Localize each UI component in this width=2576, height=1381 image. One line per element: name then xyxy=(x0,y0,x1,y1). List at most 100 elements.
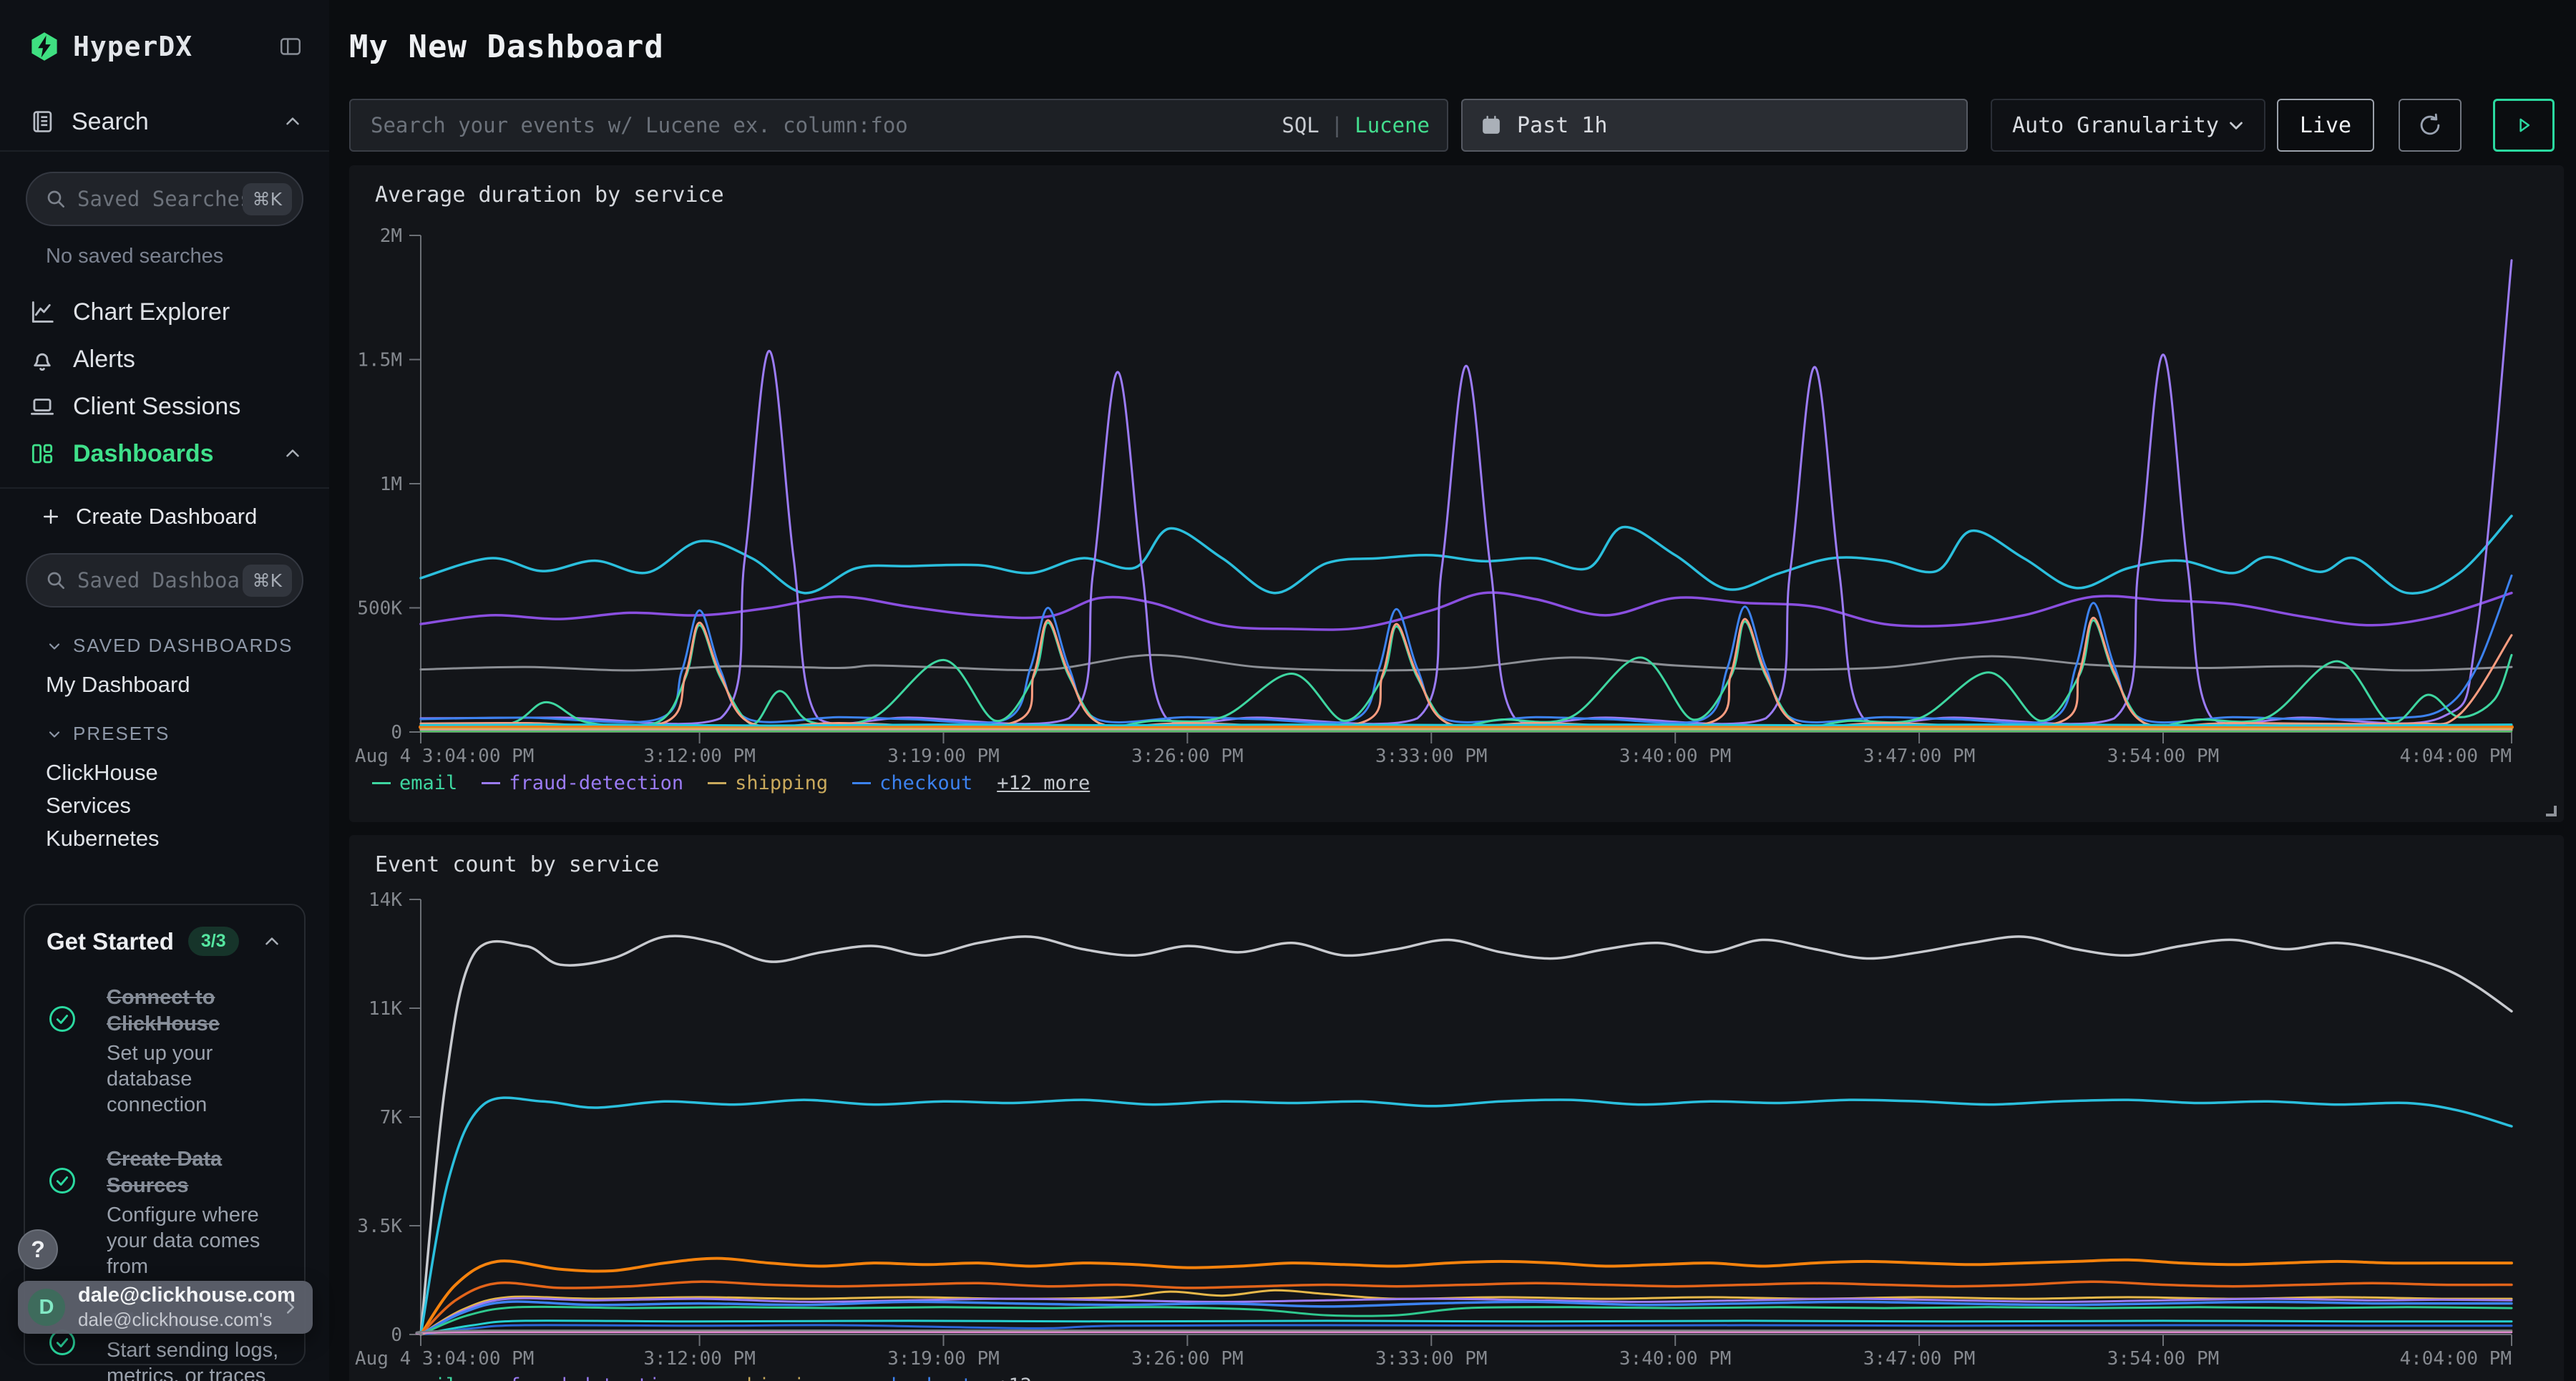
toggle-divider: | xyxy=(1331,113,1343,137)
saved-searches-input[interactable] xyxy=(77,187,243,211)
chevron-up-icon[interactable] xyxy=(261,931,283,952)
svg-text:0: 0 xyxy=(391,1324,402,1346)
sidebar: HyperDX Search ⌘K No saved searches xyxy=(0,0,329,1381)
legend-item-fraud-detection[interactable]: fraud-detection xyxy=(482,772,683,794)
sidebar-item-search[interactable]: Search xyxy=(0,93,329,150)
brand-name: HyperDX xyxy=(73,31,192,62)
check-circle-icon xyxy=(47,985,107,1118)
sql-toggle[interactable]: SQL xyxy=(1282,113,1319,137)
chart-title: Event count by service xyxy=(375,852,659,877)
saved-dashboards-group-header[interactable]: SAVED DASHBOARDS xyxy=(46,635,329,657)
legend-item-fraud-detection[interactable]: fraud-detection xyxy=(482,1375,683,1381)
refresh-button[interactable] xyxy=(2399,99,2462,152)
presets-group-header[interactable]: PRESETS xyxy=(46,723,329,745)
chevron-up-icon xyxy=(282,443,303,464)
chevron-down-icon xyxy=(46,726,63,743)
svg-text:3:54:00 PM: 3:54:00 PM xyxy=(2107,1348,2220,1370)
legend-item-checkout[interactable]: checkout xyxy=(852,772,972,794)
sidebar-item-label: Chart Explorer xyxy=(73,298,230,326)
legend-item-checkout[interactable]: checkout xyxy=(852,1375,972,1381)
svg-text:Aug 4 3:04:00 PM: Aug 4 3:04:00 PM xyxy=(355,1348,534,1370)
legend-item-email[interactable]: email xyxy=(372,1375,457,1381)
sidebar-item-client-sessions[interactable]: Client Sessions xyxy=(0,383,329,430)
svg-text:4:04:00 PM: 4:04:00 PM xyxy=(2399,1348,2512,1370)
legend-swatch xyxy=(482,782,500,784)
user-menu[interactable]: D dale@clickhouse.com dale@clickhouse.co… xyxy=(18,1281,313,1334)
svg-text:3.5K: 3.5K xyxy=(357,1216,402,1237)
svg-text:1M: 1M xyxy=(380,474,402,495)
sidebar-item-my-dashboard[interactable]: My Dashboard xyxy=(0,668,329,701)
svg-text:4:04:00 PM: 4:04:00 PM xyxy=(2399,746,2512,767)
laptop-icon xyxy=(29,393,56,420)
step-desc: Set up your database connection xyxy=(107,1040,283,1118)
divider xyxy=(0,150,329,152)
dashboard-controls: SQL | Lucene Past 1h Auto Granularity Li… xyxy=(349,99,2557,152)
time-range-picker[interactable]: Past 1h xyxy=(1461,99,1968,152)
no-saved-searches-text: No saved searches xyxy=(46,245,329,268)
sidebar-item-label: Alerts xyxy=(73,346,135,374)
avatar: D xyxy=(28,1289,65,1326)
sidebar-item-clickhouse[interactable]: ClickHouse xyxy=(0,756,329,789)
shortcut-badge: ⌘K xyxy=(243,183,292,215)
svg-text:2M: 2M xyxy=(380,225,402,247)
search-icon xyxy=(44,569,67,592)
get-started-step-connect[interactable]: Connect to ClickHouse Set up your databa… xyxy=(47,985,283,1118)
divider xyxy=(0,487,329,489)
svg-text:3:54:00 PM: 3:54:00 PM xyxy=(2107,746,2220,767)
search-journal-icon xyxy=(29,108,56,135)
chevron-down-icon xyxy=(46,638,63,655)
sidebar-collapse-icon[interactable] xyxy=(278,34,303,59)
legend-swatch xyxy=(852,782,871,784)
legend-item-shipping[interactable]: shipping xyxy=(708,772,828,794)
svg-text:3:26:00 PM: 3:26:00 PM xyxy=(1131,1348,1244,1370)
live-button[interactable]: Live xyxy=(2277,99,2374,152)
panel-resize-handle[interactable] xyxy=(2546,806,2557,816)
legend-item-email[interactable]: email xyxy=(372,772,457,794)
chart-legend: email fraud-detection shipping checkout … xyxy=(372,1375,1090,1381)
legend-more-link[interactable]: +12 more xyxy=(997,772,1090,794)
chart-legend: email fraud-detection shipping checkout … xyxy=(372,772,1090,794)
avg-duration-chart[interactable]: 0500K1M1.5M2MAug 4 3:04:00 PM3:12:00 PM3… xyxy=(349,165,2564,822)
page-title: My New Dashboard xyxy=(349,29,2576,69)
svg-text:3:33:00 PM: 3:33:00 PM xyxy=(1375,1348,1488,1370)
sidebar-item-kubernetes[interactable]: Kubernetes xyxy=(0,822,329,855)
svg-text:3:47:00 PM: 3:47:00 PM xyxy=(1863,746,1976,767)
lucene-toggle[interactable]: Lucene xyxy=(1355,113,1430,137)
legend-swatch xyxy=(372,782,391,784)
legend-more-link[interactable]: +12 more xyxy=(997,1375,1090,1381)
legend-swatch xyxy=(708,782,726,784)
create-dashboard-button[interactable]: Create Dashboard xyxy=(0,490,329,543)
time-range-value: Past 1h xyxy=(1517,113,1607,138)
sidebar-item-dashboards[interactable]: Dashboards xyxy=(0,430,329,477)
event-count-chart[interactable]: 03.5K7K11K14KAug 4 3:04:00 PM3:12:00 PM3… xyxy=(349,835,2564,1381)
legend-item-shipping[interactable]: shipping xyxy=(708,1375,828,1381)
query-language-toggle: SQL | Lucene xyxy=(1282,100,1430,150)
svg-text:Aug 4 3:04:00 PM: Aug 4 3:04:00 PM xyxy=(355,746,534,767)
event-search: SQL | Lucene xyxy=(349,99,1448,152)
run-query-button[interactable] xyxy=(2493,99,2555,152)
plus-icon xyxy=(40,506,62,527)
sidebar-item-chart-explorer[interactable]: Chart Explorer xyxy=(0,288,329,336)
saved-searches-search[interactable]: ⌘K xyxy=(26,172,303,226)
svg-text:3:40:00 PM: 3:40:00 PM xyxy=(1619,1348,1732,1370)
check-circle-icon xyxy=(47,1146,107,1279)
chart-title: Average duration by service xyxy=(375,182,724,208)
saved-dashboards-input[interactable] xyxy=(77,568,243,592)
hyperdx-logo-icon xyxy=(29,31,60,62)
help-button[interactable]: ? xyxy=(18,1229,58,1269)
get-started-step-sources[interactable]: Create Data Sources Configure where your… xyxy=(47,1146,283,1279)
sidebar-item-alerts[interactable]: Alerts xyxy=(0,336,329,383)
granularity-select[interactable]: Auto Granularity xyxy=(1991,99,2265,152)
user-email: dale@clickhouse.com xyxy=(78,1284,280,1307)
group-title: PRESETS xyxy=(73,723,170,745)
svg-text:3:40:00 PM: 3:40:00 PM xyxy=(1619,746,1732,767)
sidebar-item-label: Search xyxy=(72,108,149,136)
saved-dashboards-search[interactable]: ⌘K xyxy=(26,553,303,607)
svg-text:3:12:00 PM: 3:12:00 PM xyxy=(643,1348,756,1370)
sidebar-item-services[interactable]: Services xyxy=(0,789,329,822)
svg-text:3:47:00 PM: 3:47:00 PM xyxy=(1863,1348,1976,1370)
chevron-right-icon xyxy=(280,1297,301,1318)
shortcut-badge: ⌘K xyxy=(243,565,292,597)
get-started-title: Get Started xyxy=(47,928,174,955)
chevron-down-icon xyxy=(2225,114,2247,136)
